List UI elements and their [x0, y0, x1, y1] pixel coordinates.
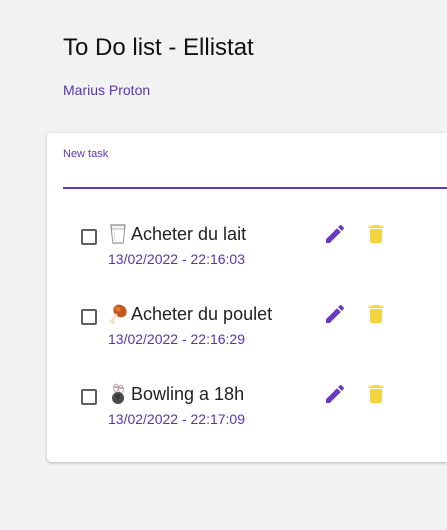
poultry-leg-icon — [109, 304, 127, 325]
task-text: Bowling a 18h — [131, 384, 245, 404]
page-title: To Do list - Ellistat — [63, 34, 254, 61]
new-task-label: New task — [63, 148, 109, 160]
task-item: Acheter du lait 13/02/2022 - 22:16:03 — [79, 219, 419, 267]
task-date: 13/02/2022 - 22:16:03 — [108, 251, 246, 267]
todo-card: New task Acheter du lait 13/02/2022 - 22… — [47, 133, 447, 462]
author-name: Marius Proton — [63, 82, 151, 98]
new-task-underline — [63, 187, 447, 189]
new-task-input[interactable] — [63, 163, 447, 185]
task-checkbox[interactable] — [81, 309, 97, 325]
edit-icon[interactable] — [323, 302, 347, 326]
task-item: Acheter du poulet 13/02/2022 - 22:16:29 — [79, 299, 419, 347]
task-checkbox[interactable] — [81, 389, 97, 405]
task-date: 13/02/2022 - 22:16:29 — [108, 331, 246, 347]
delete-icon[interactable] — [364, 302, 388, 326]
task-checkbox[interactable] — [81, 229, 97, 245]
task-date: 13/02/2022 - 22:17:09 — [108, 411, 246, 427]
task-item: Bowling a 18h 13/02/2022 - 22:17:09 — [79, 379, 419, 427]
milk-glass-icon — [110, 224, 126, 244]
task-text: Acheter du poulet — [131, 304, 273, 324]
task-text: Acheter du lait — [131, 224, 247, 244]
delete-icon[interactable] — [364, 382, 388, 406]
edit-icon[interactable] — [323, 382, 347, 406]
new-task-field[interactable]: New task — [63, 133, 447, 190]
bowling-icon — [112, 383, 124, 404]
todo-page: To Do list - Ellistat Marius Proton New … — [0, 0, 447, 530]
delete-icon[interactable] — [364, 222, 388, 246]
edit-icon[interactable] — [323, 222, 347, 246]
